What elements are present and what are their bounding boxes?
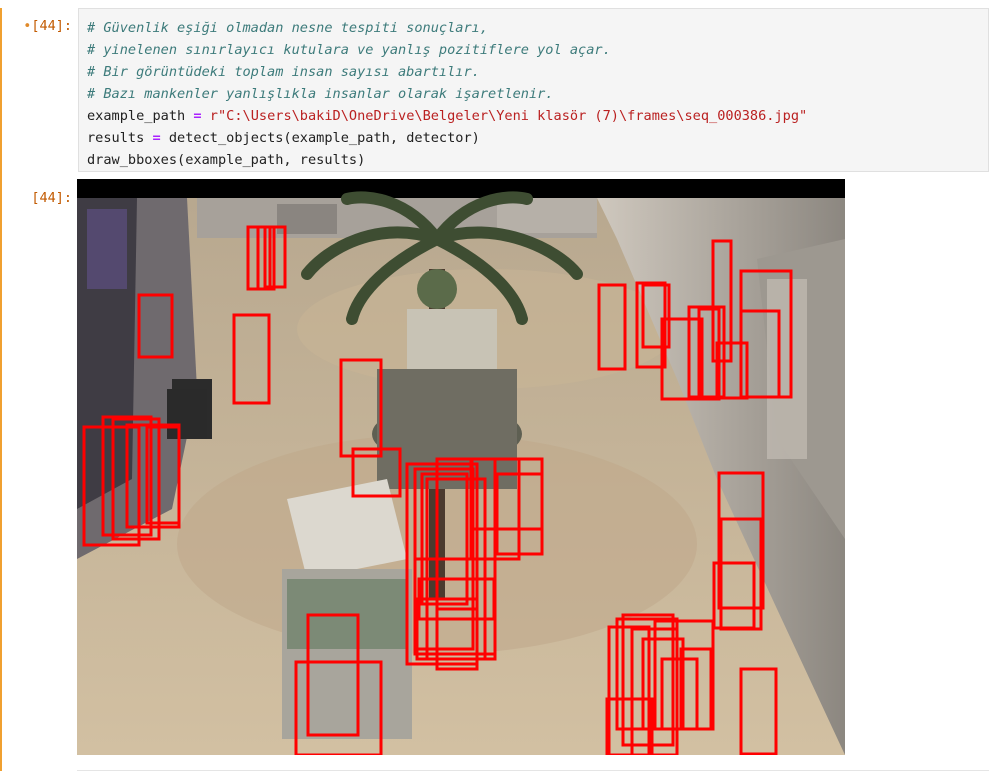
cell-active-indicator bbox=[0, 8, 2, 771]
mall-detection-image bbox=[77, 179, 845, 755]
code-line-2: # yinelenen sınırlayıcı kutulara ve yanl… bbox=[87, 42, 611, 58]
code-line-5: example_path = r"C:\Users\bakiD\OneDrive… bbox=[87, 108, 808, 124]
input-prompt: •[44]: bbox=[23, 18, 72, 34]
code-line-4: # Bazı mankenler yanlışlıkla insanlar ol… bbox=[87, 86, 554, 102]
code-editor[interactable]: # Güvenlik eşiği olmadan nesne tespiti s… bbox=[78, 8, 989, 172]
code-line-6: results = detect_objects(example_path, d… bbox=[87, 130, 480, 146]
output-prompt: [44]: bbox=[31, 190, 72, 206]
code-line-7: draw_bboxes(example_path, results) bbox=[87, 152, 366, 168]
code-line-1: # Güvenlik eşiği olmadan nesne tespiti s… bbox=[87, 20, 489, 36]
output-image bbox=[77, 179, 845, 755]
cell-divider bbox=[77, 770, 989, 771]
code-line-3: # Bir görüntüdeki toplam insan sayısı ab… bbox=[87, 64, 480, 80]
